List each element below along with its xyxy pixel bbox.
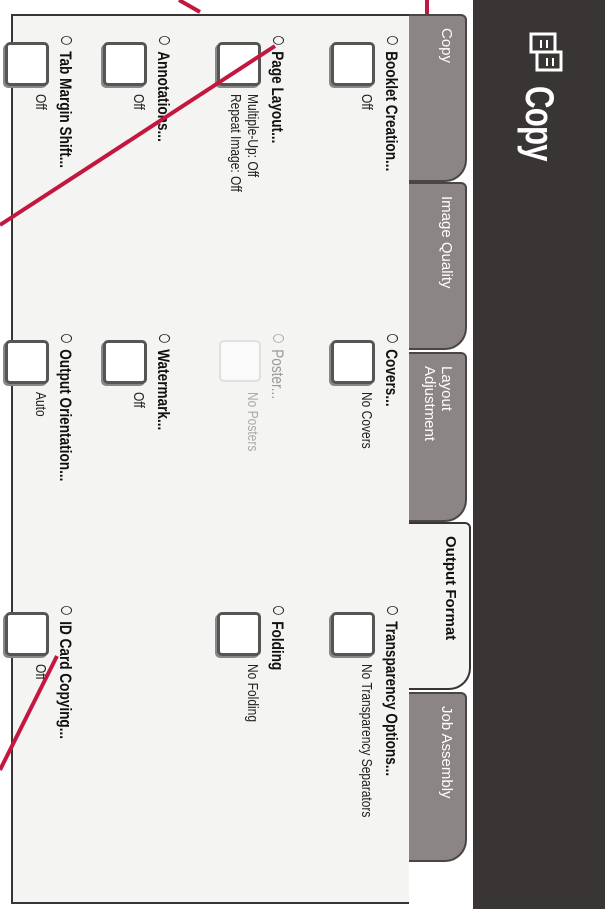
page-layout-label: Page Layout... [267, 36, 287, 143]
app-title: Copy [517, 86, 561, 161]
covers-button[interactable] [331, 340, 375, 384]
booklet-creation-button[interactable] [331, 42, 375, 86]
booklet-creation-value: Off [358, 94, 375, 110]
transparency-options-value: No Transparency Separators [358, 664, 375, 818]
title-bar: Copy [473, 0, 605, 909]
copier-icon [529, 32, 563, 72]
tab-job-assembly[interactable]: Job Assembly [409, 692, 467, 862]
tab-margin-shift-value: Off [32, 94, 49, 110]
folding-button[interactable] [217, 612, 261, 656]
poster-button [219, 340, 261, 382]
poster-value: No Posters [244, 392, 261, 452]
transparency-options-label: Transparency Options... [381, 606, 401, 776]
id-card-copying-label: ID Card Copying... [55, 606, 75, 739]
output-orientation-value: Auto [32, 392, 49, 417]
annotations-value: Off [130, 94, 147, 110]
folding-value: No Folding [244, 664, 261, 723]
tab-margin-shift-button[interactable] [5, 42, 49, 86]
tab-bar: Copy Image Quality Layout Adjustment Out… [403, 0, 475, 909]
tab-margin-shift-label: Tab Margin Shift... [55, 36, 75, 168]
watermark-value: Off [130, 392, 147, 408]
folding-label: Folding [267, 606, 287, 670]
tab-layout-adjustment[interactable]: Layout Adjustment [409, 352, 467, 522]
covers-value: No Covers [358, 392, 375, 449]
copy-screen: Copy Copy Image Quality Layout Adjustmen… [0, 0, 605, 909]
watermark-label: Watermark... [153, 334, 173, 430]
covers-label: Covers... [381, 334, 401, 406]
page-layout-button[interactable] [217, 42, 261, 86]
output-orientation-label: Output Orientation... [55, 334, 75, 481]
annotations-button[interactable] [103, 42, 147, 86]
output-orientation-button[interactable] [5, 340, 49, 384]
rotated-screen: Copy Copy Image Quality Layout Adjustmen… [0, 0, 605, 909]
transparency-options-button[interactable] [331, 612, 375, 656]
output-format-panel: Booklet Creation... Off Covers... No Cov… [5, 14, 409, 904]
booklet-creation-label: Booklet Creation... [381, 36, 401, 171]
id-card-copying-value: Off [32, 664, 49, 680]
annotations-label: Annotations... [153, 36, 173, 142]
id-card-copying-button[interactable] [5, 612, 49, 656]
tab-output-format[interactable]: Output Format [403, 522, 471, 690]
page-layout-value: Multiple-Up: Off Repeat Image: Off [227, 94, 261, 192]
tab-copy[interactable]: Copy [409, 14, 467, 182]
poster-label: Poster... [267, 334, 287, 399]
tab-image-quality[interactable]: Image Quality [409, 182, 467, 350]
callout-line-booklet [178, 0, 201, 14]
watermark-button[interactable] [103, 340, 147, 384]
